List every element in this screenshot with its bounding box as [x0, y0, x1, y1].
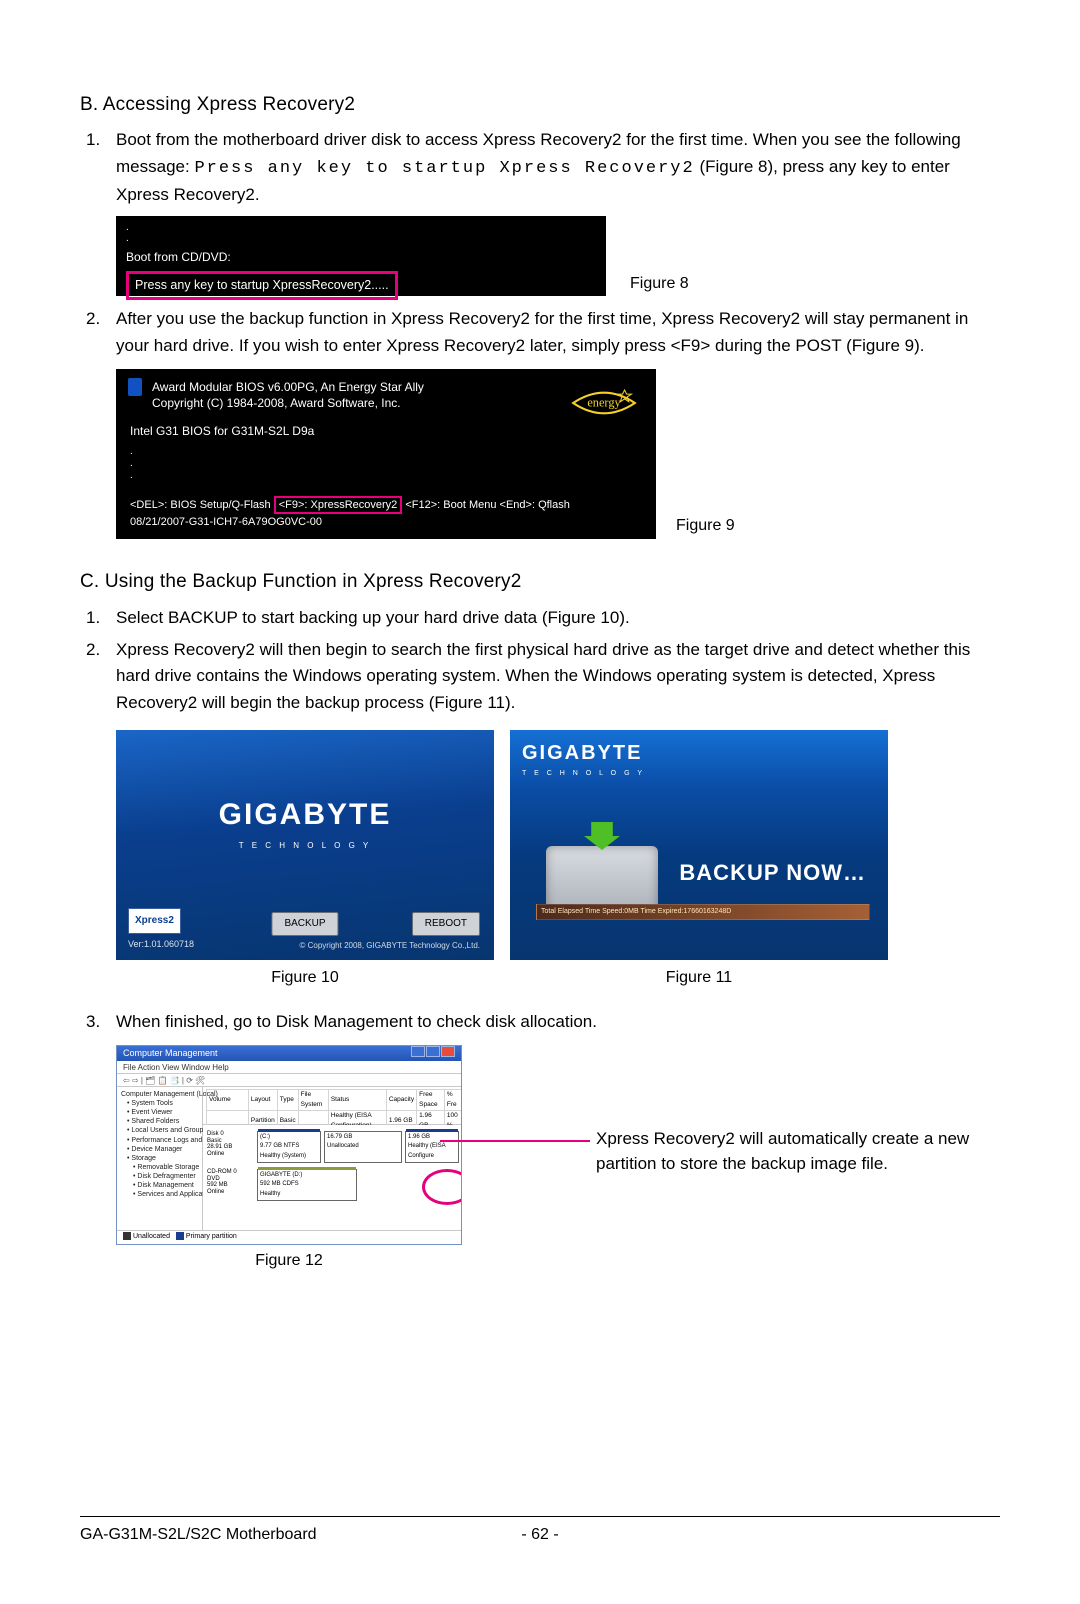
fig9-bios: Award Modular BIOS v6.00PG, An Energy St…	[116, 369, 656, 539]
fig9-hl: <F9>: XpressRecovery2	[274, 496, 403, 514]
gigabyte-logo2: GIGABYTE T E C H N O L O G Y	[522, 738, 645, 780]
svg-text:energy: energy	[587, 396, 621, 410]
sectionB-heading: B. Accessing Xpress Recovery2	[80, 90, 1000, 119]
c-item3: When finished, go to Disk Management to …	[116, 1009, 1000, 1035]
page-footer: GA-G31M-S2L/S2C Motherboard - 62 -	[80, 1516, 1000, 1548]
fig11-card: GIGABYTE T E C H N O L O G Y BACKUP NOW……	[510, 730, 888, 960]
fig8-highlight: Press any key to startup XpressRecovery2…	[126, 271, 398, 300]
c-num2: 2.	[80, 637, 116, 716]
tree-node[interactable]: • Device Manager	[121, 1145, 198, 1154]
tree-node[interactable]: • Disk Management	[121, 1181, 198, 1190]
dm-graphical[interactable]: Disk 0 Basic 28.91 GB Online (C:) 9.77 G…	[203, 1125, 462, 1230]
fig10-ver: Ver:1.01.060718	[128, 938, 194, 952]
dm-tree[interactable]: Computer Management (Local)• System Tool…	[117, 1087, 203, 1230]
fig10-label: Figure 10	[116, 966, 494, 991]
tree-node[interactable]: • Local Users and Group	[121, 1126, 198, 1135]
reboot-button[interactable]: REBOOT	[412, 912, 480, 936]
cd0-head: CD-ROM 0 DVD 592 MB Online	[207, 1169, 257, 1201]
grid-header[interactable]: Type	[277, 1090, 298, 1111]
c-num1: 1.	[80, 605, 116, 631]
fig9-ba: <F12>: Boot Menu <End>: Qflash	[402, 499, 570, 511]
award-logo-icon	[128, 378, 142, 396]
fig11-label: Figure 11	[510, 966, 888, 991]
dm-legend: Unallocated Primary partition	[117, 1230, 461, 1244]
dm-grid[interactable]: VolumeLayoutTypeFile SystemStatusCapacit…	[203, 1087, 462, 1125]
b-item1-mono: Press any key to startup Xpress Recovery…	[194, 159, 694, 178]
b-num1: 1.	[80, 127, 116, 208]
gigabyte-sub: T E C H N O L O G Y	[239, 840, 371, 852]
tree-node[interactable]: • Performance Logs and	[121, 1136, 198, 1145]
fig9-id: 08/21/2007-G31-ICH7-6A79OG0VC-00	[130, 514, 570, 531]
tree-node[interactable]: • Removable Storage	[121, 1163, 198, 1172]
grid-header[interactable]: Volume	[207, 1090, 249, 1111]
min-icon[interactable]	[411, 1046, 425, 1057]
b-item1: Boot from the motherboard driver disk to…	[116, 127, 1000, 208]
tree-node[interactable]: • Services and Applications	[121, 1190, 198, 1199]
max-icon[interactable]	[426, 1046, 440, 1057]
energy-star-icon: energy	[568, 379, 640, 427]
close-icon[interactable]	[441, 1046, 455, 1057]
tree-node[interactable]: • Disk Defragmenter	[121, 1172, 198, 1181]
dm-titlebar: Computer Management	[117, 1046, 461, 1061]
window-controls[interactable]	[410, 1046, 455, 1062]
fig9-bb: <DEL>: BIOS Setup/Q-Flash	[130, 499, 274, 511]
progress-bar: Total Elapsed Time Speed:0MB Time Expire…	[536, 904, 870, 920]
footer-page: - 62 -	[521, 1523, 558, 1548]
xpress-badge: Xpress2	[128, 908, 181, 934]
fig8-label: Figure 8	[630, 272, 689, 297]
dm-menubar[interactable]: File Action View Window Help	[117, 1061, 461, 1074]
fig9-line3: Intel G31 BIOS for G31M-S2L D9a	[130, 422, 642, 441]
fig8-bootline: Boot from CD/DVD:	[126, 248, 596, 267]
grid-header[interactable]: % Fre	[444, 1090, 462, 1111]
backup-now-text: BACKUP NOW…	[679, 856, 866, 890]
disk0-p2[interactable]: 16.79 GB Unallocated	[324, 1131, 402, 1163]
b-item2: After you use the backup function in Xpr…	[116, 306, 1000, 359]
disk0-p3[interactable]: 1.96 GB Healthy (EISA Configure	[405, 1131, 459, 1163]
cd0-p1[interactable]: GIGABYTE (D:) 592 MB CDFS Healthy	[257, 1169, 357, 1201]
fig10-card: GIGABYTE T E C H N O L O G Y Xpress2 BAC…	[116, 730, 494, 960]
disk0-head: Disk 0 Basic 28.91 GB Online	[207, 1131, 257, 1163]
tree-node[interactable]: • System Tools	[121, 1099, 198, 1108]
fig12-callout: Xpress Recovery2 will automatically crea…	[486, 1126, 1000, 1177]
tree-node[interactable]: • Storage	[121, 1154, 198, 1163]
b-num2: 2.	[80, 306, 116, 359]
footer-left: GA-G31M-S2L/S2C Motherboard	[80, 1523, 317, 1548]
dm-toolbar[interactable]: ⇦ ⇨ | 🗂 📋 📑 | ⟳ 🛠	[117, 1074, 461, 1087]
sectionC-heading: C. Using the Backup Function in Xpress R…	[80, 567, 1000, 596]
tree-node[interactable]: • Event Viewer	[121, 1108, 198, 1117]
grid-header[interactable]: Free Space	[417, 1090, 445, 1111]
c-item2: Xpress Recovery2 will then begin to sear…	[116, 637, 1000, 716]
c-item1: Select BACKUP to start backing up your h…	[116, 605, 1000, 631]
c-num3: 3.	[80, 1009, 116, 1035]
backup-button[interactable]: BACKUP	[271, 912, 338, 936]
tree-node[interactable]: Computer Management (Local)	[121, 1090, 198, 1099]
fig9-label: Figure 9	[676, 514, 735, 539]
grid-header[interactable]: Capacity	[386, 1090, 416, 1111]
grid-header[interactable]: Status	[328, 1090, 386, 1111]
fig12-diskmgmt: Computer Management File Action View Win…	[116, 1045, 462, 1245]
tree-node[interactable]: • Shared Folders	[121, 1117, 198, 1126]
callout-line-icon	[440, 1140, 590, 1142]
fig12-label: Figure 12	[116, 1249, 462, 1274]
fig8-bios: .. Boot from CD/DVD: Press any key to st…	[116, 216, 606, 296]
fig10-copy: © Copyright 2008, GIGABYTE Technology Co…	[299, 940, 480, 952]
disk0-p1[interactable]: (C:) 9.77 GB NTFS Healthy (System)	[257, 1131, 321, 1163]
grid-header[interactable]: Layout	[248, 1090, 277, 1111]
gigabyte-logo: GIGABYTE	[219, 792, 392, 839]
grid-header[interactable]: File System	[298, 1090, 328, 1111]
